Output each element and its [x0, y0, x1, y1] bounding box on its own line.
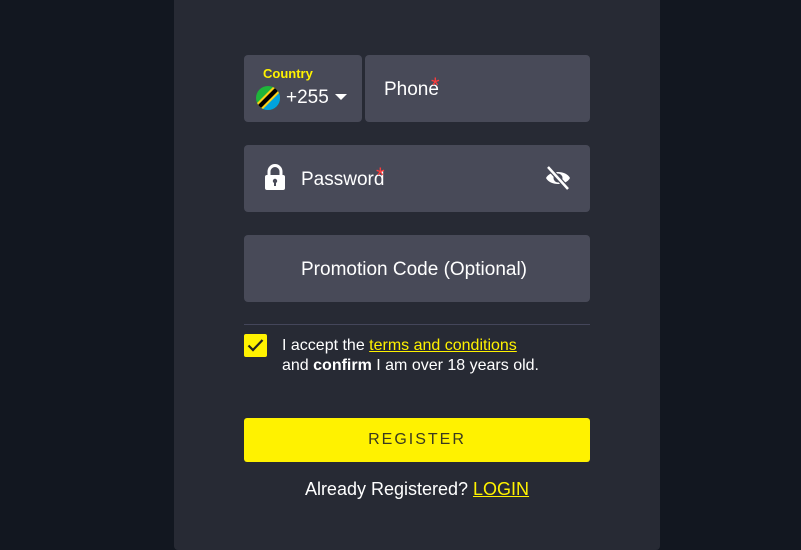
register-button[interactable]: REGISTER — [244, 418, 590, 462]
promo-code-field[interactable]: Promotion Code (Optional) — [244, 235, 590, 302]
terms-link[interactable]: terms and conditions — [369, 337, 517, 354]
phone-field[interactable]: Phone * — [365, 55, 590, 122]
country-selector[interactable]: Country +255 — [244, 55, 362, 122]
terms-checkbox[interactable] — [244, 334, 267, 357]
dial-code: +255 — [286, 87, 329, 108]
terms-line2-prefix: and — [282, 357, 314, 374]
already-registered: Already Registered? LOGIN — [174, 479, 660, 500]
lock-icon — [265, 164, 285, 190]
divider — [244, 324, 590, 325]
terms-confirm: confirm — [313, 357, 372, 374]
tanzania-flag-icon — [256, 86, 280, 110]
eye-slash-icon[interactable] — [544, 165, 572, 191]
required-mark: * — [431, 73, 440, 98]
terms-prefix: I accept the — [282, 337, 370, 354]
chevron-down-icon — [335, 94, 347, 100]
country-label: Country — [263, 66, 313, 81]
registration-panel: Country +255 Phone * Password * Promotio… — [174, 0, 660, 550]
promo-code-label: Promotion Code (Optional) — [301, 259, 527, 280]
required-mark: * — [376, 163, 385, 188]
terms-line2-suffix: I am over 18 years old. — [371, 357, 539, 374]
login-link[interactable]: LOGIN — [473, 479, 529, 499]
checkmark-icon — [247, 339, 264, 352]
already-registered-text: Already Registered? — [304, 479, 474, 499]
password-label: Password — [301, 169, 385, 190]
password-field[interactable]: Password * — [244, 145, 590, 212]
terms-text: I accept the terms and conditions and co… — [282, 336, 582, 376]
